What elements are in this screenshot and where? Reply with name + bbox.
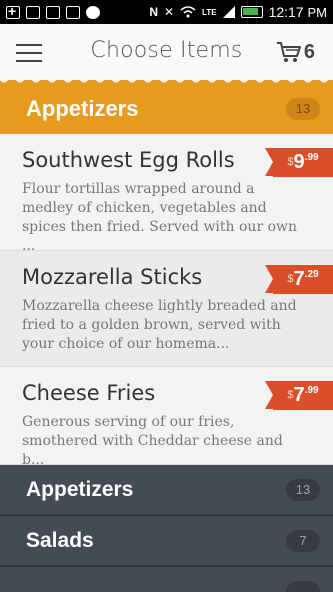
nfc-icon: N (149, 5, 158, 19)
wifi-icon (180, 6, 196, 18)
code-icon (46, 5, 60, 19)
status-bar: N ✕ LTE 12:17 PM (0, 0, 333, 24)
code-icon (66, 5, 80, 19)
menu-item[interactable]: Cheese Fries $ 7 .99 Generous serving of… (0, 367, 333, 468)
item-name: Southwest Egg Rolls (22, 148, 235, 172)
category-count-badge: 13 (286, 98, 320, 120)
price-tag: $ 7 .99 (265, 381, 333, 410)
category-next[interactable] (0, 567, 333, 592)
category-count-badge: 13 (286, 479, 320, 501)
lte-icon: LTE (202, 7, 217, 17)
cart-icon (276, 42, 301, 62)
cart-button[interactable]: 6 (276, 40, 315, 64)
menu-item[interactable]: Southwest Egg Rolls $ 9 .99 Flour tortil… (0, 134, 333, 254)
price-tag: $ 9 .99 (265, 148, 333, 177)
battery-icon (240, 6, 263, 18)
category-name: Appetizers (26, 96, 139, 121)
cart-count: 6 (303, 40, 315, 63)
item-description: Generous serving of our fries, smothered… (22, 414, 283, 468)
category-count-badge (286, 581, 320, 592)
category-count-badge: 7 (286, 530, 320, 552)
check-icon (86, 5, 100, 19)
item-description: Mozzarella cheese lightly breaded and fr… (22, 298, 297, 352)
item-name: Mozzarella Sticks (22, 265, 203, 289)
signal-icon (222, 6, 235, 18)
category-salads[interactable]: Salads 7 (0, 516, 333, 566)
app-header: Choose Items 6 (0, 24, 333, 82)
mute-icon: ✕ (163, 5, 175, 19)
item-description: Flour tortillas wrapped around a medley … (22, 181, 298, 254)
menu-item[interactable]: Mozzarella Sticks $ 7 .29 Mozzarella che… (0, 251, 333, 367)
status-time: 12:17 PM (268, 4, 327, 20)
category-appetizers[interactable]: Appetizers 13 (0, 465, 333, 515)
category-name: Salads (26, 529, 94, 552)
category-header-appetizers[interactable]: Appetizers 13 (0, 84, 333, 134)
price-tag: $ 7 .29 (265, 265, 333, 294)
plus-icon (6, 3, 20, 19)
mail-icon (26, 5, 40, 19)
category-name: Appetizers (26, 478, 134, 501)
item-name: Cheese Fries (22, 381, 156, 405)
